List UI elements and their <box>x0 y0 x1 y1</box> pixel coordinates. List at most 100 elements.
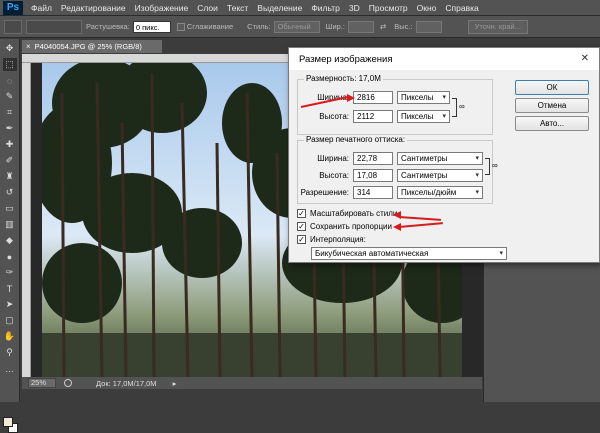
gradient-tool-icon[interactable]: ▥ <box>3 218 17 231</box>
scale-styles-row[interactable]: ✓ Масштабировать стили <box>297 209 397 218</box>
annotation-arrow-constrain <box>398 222 443 228</box>
width-input[interactable] <box>347 20 374 33</box>
menu-view[interactable]: Просмотр <box>369 3 408 13</box>
scale-styles-checkbox[interactable]: ✓ <box>297 209 306 218</box>
status-menu-arrow-icon[interactable]: ▸ <box>173 379 177 388</box>
height-label: Высота: <box>319 112 349 121</box>
height-label: Выс.: <box>394 22 413 31</box>
stamp-tool-icon[interactable]: ♜ <box>3 170 17 183</box>
close-icon[interactable]: ✕ <box>581 53 589 64</box>
ruler-vertical[interactable] <box>22 63 31 378</box>
document-tab[interactable]: × P4040054.JPG @ 25% (RGB/8) <box>22 40 162 53</box>
height-unit-select[interactable]: Пикселы ▾ <box>397 110 450 123</box>
menu-bar: Ps Файл Редактирование Изображение Слои … <box>0 0 600 16</box>
healing-tool-icon[interactable]: ✚ <box>3 138 17 151</box>
tools-panel: ✥ ⬚ ◌ ✎ ⌗ ✒ ✚ ✐ ♜ ↺ ▭ ▥ ◆ ● ✑ T ➤ ▢ ✋ ⚲ … <box>0 39 20 433</box>
pixel-dimensions-title: Размерность: 17,0M <box>304 74 383 83</box>
more-tools-icon[interactable]: … <box>3 362 17 375</box>
zoom-field[interactable]: 25% <box>28 378 56 388</box>
resample-checkbox[interactable]: ✓ <box>297 235 306 244</box>
hand-tool-icon[interactable]: ✋ <box>3 330 17 343</box>
height-input[interactable] <box>415 20 442 33</box>
resample-method-select[interactable]: Бикубическая автоматическая ▾ <box>311 247 507 260</box>
options-bar: Растушевка: 0 пикс. Сглаживание Стиль: О… <box>0 16 600 38</box>
antialias-label: Сглаживание <box>186 22 234 31</box>
document-tab-title: P4040054.JPG @ 25% (RGB/8) <box>34 42 142 51</box>
style-label: Стиль: <box>247 22 271 31</box>
menu-file[interactable]: Файл <box>31 3 52 13</box>
print-height-unit-select[interactable]: Сантиметры ▾ <box>397 169 483 182</box>
style-select[interactable]: Обычный <box>273 20 320 33</box>
document-size-title: Размер печатного оттиска: <box>304 135 408 144</box>
annotation-arrowhead-constrain <box>393 223 401 231</box>
lasso-tool-icon[interactable]: ◌ <box>3 74 17 87</box>
close-tab-icon[interactable]: × <box>26 42 31 51</box>
menu-image[interactable]: Изображение <box>135 3 189 13</box>
print-height-input[interactable]: 17,08 <box>353 169 393 182</box>
status-bar: 25% Док: 17,0M/17,0M ▸ <box>22 377 482 389</box>
refine-edge-button[interactable]: Уточн. край... <box>467 19 528 34</box>
chain-link-icon: ∞ <box>459 102 465 111</box>
print-width-unit-select[interactable]: Сантиметры ▾ <box>397 152 483 165</box>
path-select-tool-icon[interactable]: ➤ <box>3 298 17 311</box>
image-size-dialog: Размер изображения ✕ Размерность: 17,0M … <box>288 47 600 263</box>
pen-tool-icon[interactable]: ✑ <box>3 266 17 279</box>
width-input[interactable]: 2816 <box>353 91 393 104</box>
crop-tool-icon[interactable]: ⌗ <box>3 106 17 119</box>
scale-styles-label: Масштабировать стили <box>310 209 398 218</box>
width-label: Шир.: <box>325 22 345 31</box>
shape-tool-icon[interactable]: ▢ <box>3 314 17 327</box>
height-input[interactable]: 2112 <box>353 110 393 123</box>
photoshop-logo: Ps <box>3 0 23 15</box>
blur-tool-icon[interactable]: ◆ <box>3 234 17 247</box>
antialias-checkbox[interactable] <box>176 22 185 31</box>
resample-label: Интерполяция: <box>310 235 366 244</box>
auto-button[interactable]: Авто... <box>515 116 589 131</box>
constrain-proportions-row[interactable]: ✓ Сохранить пропорции <box>297 222 392 231</box>
width-unit-select[interactable]: Пикселы ▾ <box>397 91 450 104</box>
pixel-link-bracket <box>452 98 457 117</box>
document-info[interactable]: Док: 17,0M/17,0M <box>96 379 157 388</box>
constrain-proportions-checkbox[interactable]: ✓ <box>297 222 306 231</box>
menu-window[interactable]: Окно <box>417 3 437 13</box>
menu-select[interactable]: Выделение <box>257 3 302 13</box>
resolution-input[interactable]: 314 <box>353 186 393 199</box>
menu-filter[interactable]: Фильтр <box>311 3 340 13</box>
chain-link-icon-print: ∞ <box>492 161 498 170</box>
cancel-button[interactable]: Отмена <box>515 98 589 113</box>
quick-select-tool-icon[interactable]: ✎ <box>3 90 17 103</box>
marquee-tool-icon[interactable]: ⬚ <box>2 58 17 71</box>
menu-3d[interactable]: 3D <box>349 3 360 13</box>
resample-row[interactable]: ✓ Интерполяция: <box>297 235 366 244</box>
ok-button[interactable]: ОК <box>515 80 589 95</box>
dodge-tool-icon[interactable]: ● <box>3 250 17 263</box>
foreground-color-swatch[interactable] <box>3 417 13 427</box>
menu-type[interactable]: Текст <box>227 3 248 13</box>
menu-edit[interactable]: Редактирование <box>61 3 126 13</box>
feather-input[interactable]: 0 пикс. <box>132 20 171 33</box>
eyedropper-tool-icon[interactable]: ✒ <box>3 122 17 135</box>
proof-icon[interactable] <box>64 379 72 387</box>
move-tool-icon[interactable]: ✥ <box>3 42 17 55</box>
menu-help[interactable]: Справка <box>445 3 478 13</box>
print-width-label: Ширина: <box>317 154 349 163</box>
constrain-proportions-label: Сохранить пропорции <box>310 222 392 231</box>
annotation-arrowhead-width <box>347 94 355 102</box>
resolution-unit-select[interactable]: Пикселы/дюйм ▾ <box>397 186 483 199</box>
history-brush-tool-icon[interactable]: ↺ <box>3 186 17 199</box>
print-height-label: Высота: <box>319 171 349 180</box>
resolution-label: Разрешение: <box>300 188 349 197</box>
menu-layer[interactable]: Слои <box>197 3 218 13</box>
swap-icon[interactable]: ⇄ <box>380 22 386 31</box>
brush-tool-icon[interactable]: ✐ <box>3 154 17 167</box>
selection-mode-icons[interactable] <box>26 19 82 34</box>
dialog-title: Размер изображения <box>289 48 599 70</box>
print-width-input[interactable]: 22,78 <box>353 152 393 165</box>
annotation-arrowhead-scale-styles <box>393 211 401 219</box>
zoom-tool-icon[interactable]: ⚲ <box>3 346 17 359</box>
type-tool-icon[interactable]: T <box>3 282 17 295</box>
annotation-arrow-scale-styles <box>398 216 441 221</box>
eraser-tool-icon[interactable]: ▭ <box>3 202 17 215</box>
print-link-bracket <box>485 158 490 175</box>
tool-preset-picker[interactable] <box>4 19 22 34</box>
